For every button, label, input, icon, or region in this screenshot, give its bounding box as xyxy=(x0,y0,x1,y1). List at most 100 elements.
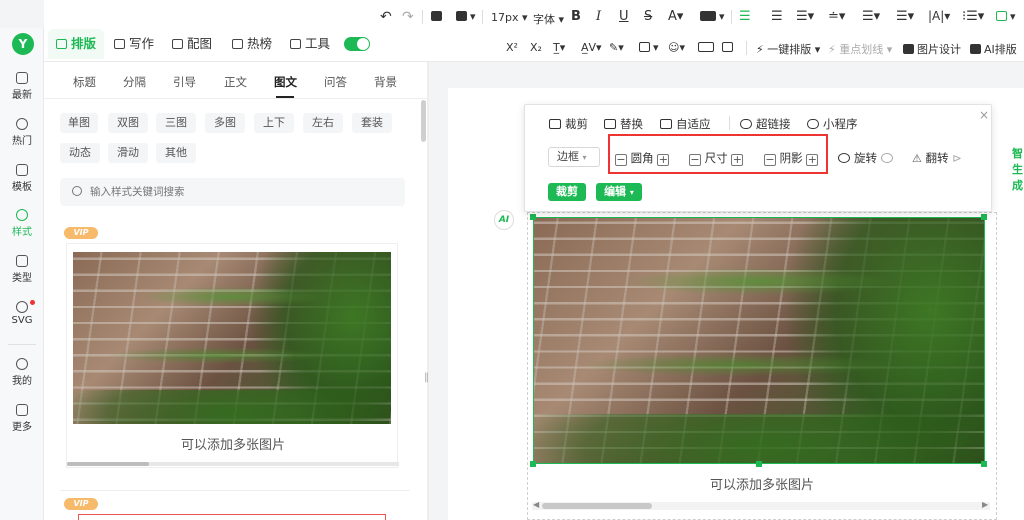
rotate-button[interactable]: 旋转 xyxy=(838,150,897,166)
strikethrough-icon[interactable]: S xyxy=(644,9,652,24)
chip-animated[interactable]: 动态 xyxy=(60,143,100,163)
font-size-select[interactable]: 17px ▾ xyxy=(491,11,528,24)
mode-toggle[interactable] xyxy=(344,37,370,51)
flip-button[interactable]: ⚠ 翻转 ⊳ xyxy=(912,150,962,166)
resize-handle[interactable] xyxy=(981,214,987,220)
edit-dropdown-button[interactable]: 编辑 ▾ xyxy=(596,183,642,201)
rotate-right-icon[interactable] xyxy=(880,153,893,163)
format-painter-icon[interactable] xyxy=(431,10,445,23)
undo-icon[interactable]: ↶ xyxy=(380,9,392,25)
chip-multi[interactable]: 多图 xyxy=(205,113,245,133)
editor-scroll-thumb[interactable] xyxy=(542,503,652,509)
resize-handle[interactable] xyxy=(530,214,536,220)
line-height-icon[interactable]: ≐▾ xyxy=(828,9,845,24)
tab-trending[interactable]: 热榜 xyxy=(224,29,280,59)
search-input[interactable] xyxy=(90,182,390,202)
rail-item-template[interactable]: 模板 xyxy=(0,164,44,193)
scroll-right-icon[interactable]: ▶ xyxy=(982,500,988,509)
subtab-divider[interactable]: 分隔 xyxy=(123,74,146,90)
chip-double[interactable]: 双图 xyxy=(108,113,148,133)
chip-triple[interactable]: 三图 xyxy=(156,113,196,133)
rail-item-hot[interactable]: 热门 xyxy=(0,118,44,147)
replace-button[interactable]: 替换 xyxy=(604,116,643,132)
chip-other[interactable]: 其他 xyxy=(156,143,196,163)
rail-item-mine[interactable]: 我的 xyxy=(0,358,44,387)
subtab-background[interactable]: 背景 xyxy=(374,74,397,90)
next-style-card[interactable] xyxy=(78,514,386,520)
clear-format-icon[interactable]: ▾ xyxy=(456,10,476,23)
rail-item-svg[interactable]: SVG xyxy=(0,301,44,326)
align-justify-icon[interactable]: ☰▾ xyxy=(796,9,814,24)
chip-single[interactable]: 单图 xyxy=(60,113,98,133)
flip-horizontal-icon[interactable]: ⊳ xyxy=(952,151,962,165)
highlight-underline-button[interactable]: ⚡ 重点划线 ▾ xyxy=(828,41,892,57)
font-color-icon[interactable]: A▾ xyxy=(668,9,683,24)
subtab-qa[interactable]: 问答 xyxy=(324,74,347,90)
rail-item-more[interactable]: 更多 xyxy=(0,404,44,433)
rail-item-style[interactable]: 样式 xyxy=(0,209,44,238)
resize-handle[interactable] xyxy=(756,461,762,467)
redo-icon[interactable]: ↷ xyxy=(402,9,414,25)
app-logo[interactable]: Y xyxy=(12,33,34,55)
splitter-grip-icon[interactable]: ‖ xyxy=(424,372,429,383)
subtab-title[interactable]: 标题 xyxy=(73,74,96,90)
rail-item-latest[interactable]: 最新 xyxy=(0,72,44,101)
scroll-left-icon[interactable]: ◀ xyxy=(533,500,539,509)
tab-images[interactable]: 配图 xyxy=(164,29,220,59)
indent-icon[interactable]: ☰ xyxy=(771,9,783,24)
chip-slide[interactable]: 滑动 xyxy=(108,143,148,163)
toolbox-icon[interactable] xyxy=(722,41,736,54)
bullet-list-icon[interactable]: ⁝☰▾ xyxy=(962,9,984,24)
resize-handle[interactable] xyxy=(981,461,987,467)
mini-program-button[interactable]: 小程序 xyxy=(807,116,858,132)
subtab-body[interactable]: 正文 xyxy=(224,74,247,90)
chart-icon[interactable]: ▾ xyxy=(639,41,659,54)
chip-left-right[interactable]: 左右 xyxy=(303,113,343,133)
italic-icon[interactable]: I xyxy=(596,9,601,24)
tab-layout[interactable]: 排版 xyxy=(48,29,105,59)
fit-button[interactable]: 自适应 xyxy=(660,116,711,132)
editor-caption[interactable]: 可以添加多张图片 xyxy=(527,474,997,493)
close-icon[interactable]: × xyxy=(979,108,989,122)
tab-tools[interactable]: 工具 xyxy=(282,29,338,59)
tab-writing[interactable]: 写作 xyxy=(106,29,162,59)
panel-splitter[interactable] xyxy=(427,62,429,520)
letter-spacing-icon[interactable]: |A|▾ xyxy=(928,9,950,23)
html-icon[interactable] xyxy=(698,41,717,54)
hyperlink-button[interactable]: 超链接 xyxy=(740,116,791,132)
ai-assistant-icon[interactable]: AI xyxy=(494,210,514,230)
subtab-image-text[interactable]: 图文 xyxy=(274,74,297,90)
emoji-icon[interactable]: ☺▾ xyxy=(668,41,685,54)
crop-action-button[interactable]: 裁剪 xyxy=(548,183,586,201)
text-direction-icon[interactable]: ▾ xyxy=(996,10,1016,23)
ai-layout-button[interactable]: AI排版 xyxy=(970,41,1017,57)
border-select[interactable]: 边框 ▾ xyxy=(548,147,600,167)
sidebar-scrollbar[interactable] xyxy=(421,100,426,142)
list-indent-icon[interactable]: ☰▾ xyxy=(896,9,914,24)
editor-scrollbar[interactable] xyxy=(532,502,990,510)
font-family-select[interactable]: 字体 ▾ xyxy=(533,11,564,27)
smart-generate-label[interactable]: 智生成 xyxy=(1012,145,1024,193)
rail-item-type[interactable]: 类型 xyxy=(0,255,44,284)
text-indent-icon[interactable]: T̲▾ xyxy=(553,41,565,54)
style-card[interactable]: 可以添加多张图片 xyxy=(66,243,399,468)
superscript-icon[interactable]: X² xyxy=(506,41,518,54)
align-left-icon[interactable]: ☰ xyxy=(739,9,751,24)
chip-set[interactable]: 套装 xyxy=(352,113,392,133)
paragraph-spacing-icon[interactable]: ☰▾ xyxy=(862,9,880,24)
resize-handle[interactable] xyxy=(530,461,536,467)
subscript-icon[interactable]: X₂ xyxy=(530,41,542,54)
tab-label: 写作 xyxy=(129,36,155,51)
subtab-guide[interactable]: 引导 xyxy=(173,74,196,90)
underline-icon[interactable]: U xyxy=(619,9,629,24)
bold-icon[interactable]: B xyxy=(571,9,581,24)
crop-button[interactable]: 裁剪 xyxy=(549,116,588,132)
card-scrollbar[interactable] xyxy=(67,462,399,466)
highlight-color-icon[interactable]: ▾ xyxy=(700,10,725,23)
one-click-layout-button[interactable]: ⚡ 一键排版 ▾ xyxy=(756,41,820,57)
character-spacing-icon[interactable]: A̲V▾ xyxy=(581,41,602,54)
image-design-button[interactable]: 图片设计 xyxy=(903,41,961,57)
tab-label: 工具 xyxy=(305,36,331,51)
magic-wand-icon[interactable]: ✎▾ xyxy=(609,41,624,54)
chip-top-bottom[interactable]: 上下 xyxy=(254,113,294,133)
